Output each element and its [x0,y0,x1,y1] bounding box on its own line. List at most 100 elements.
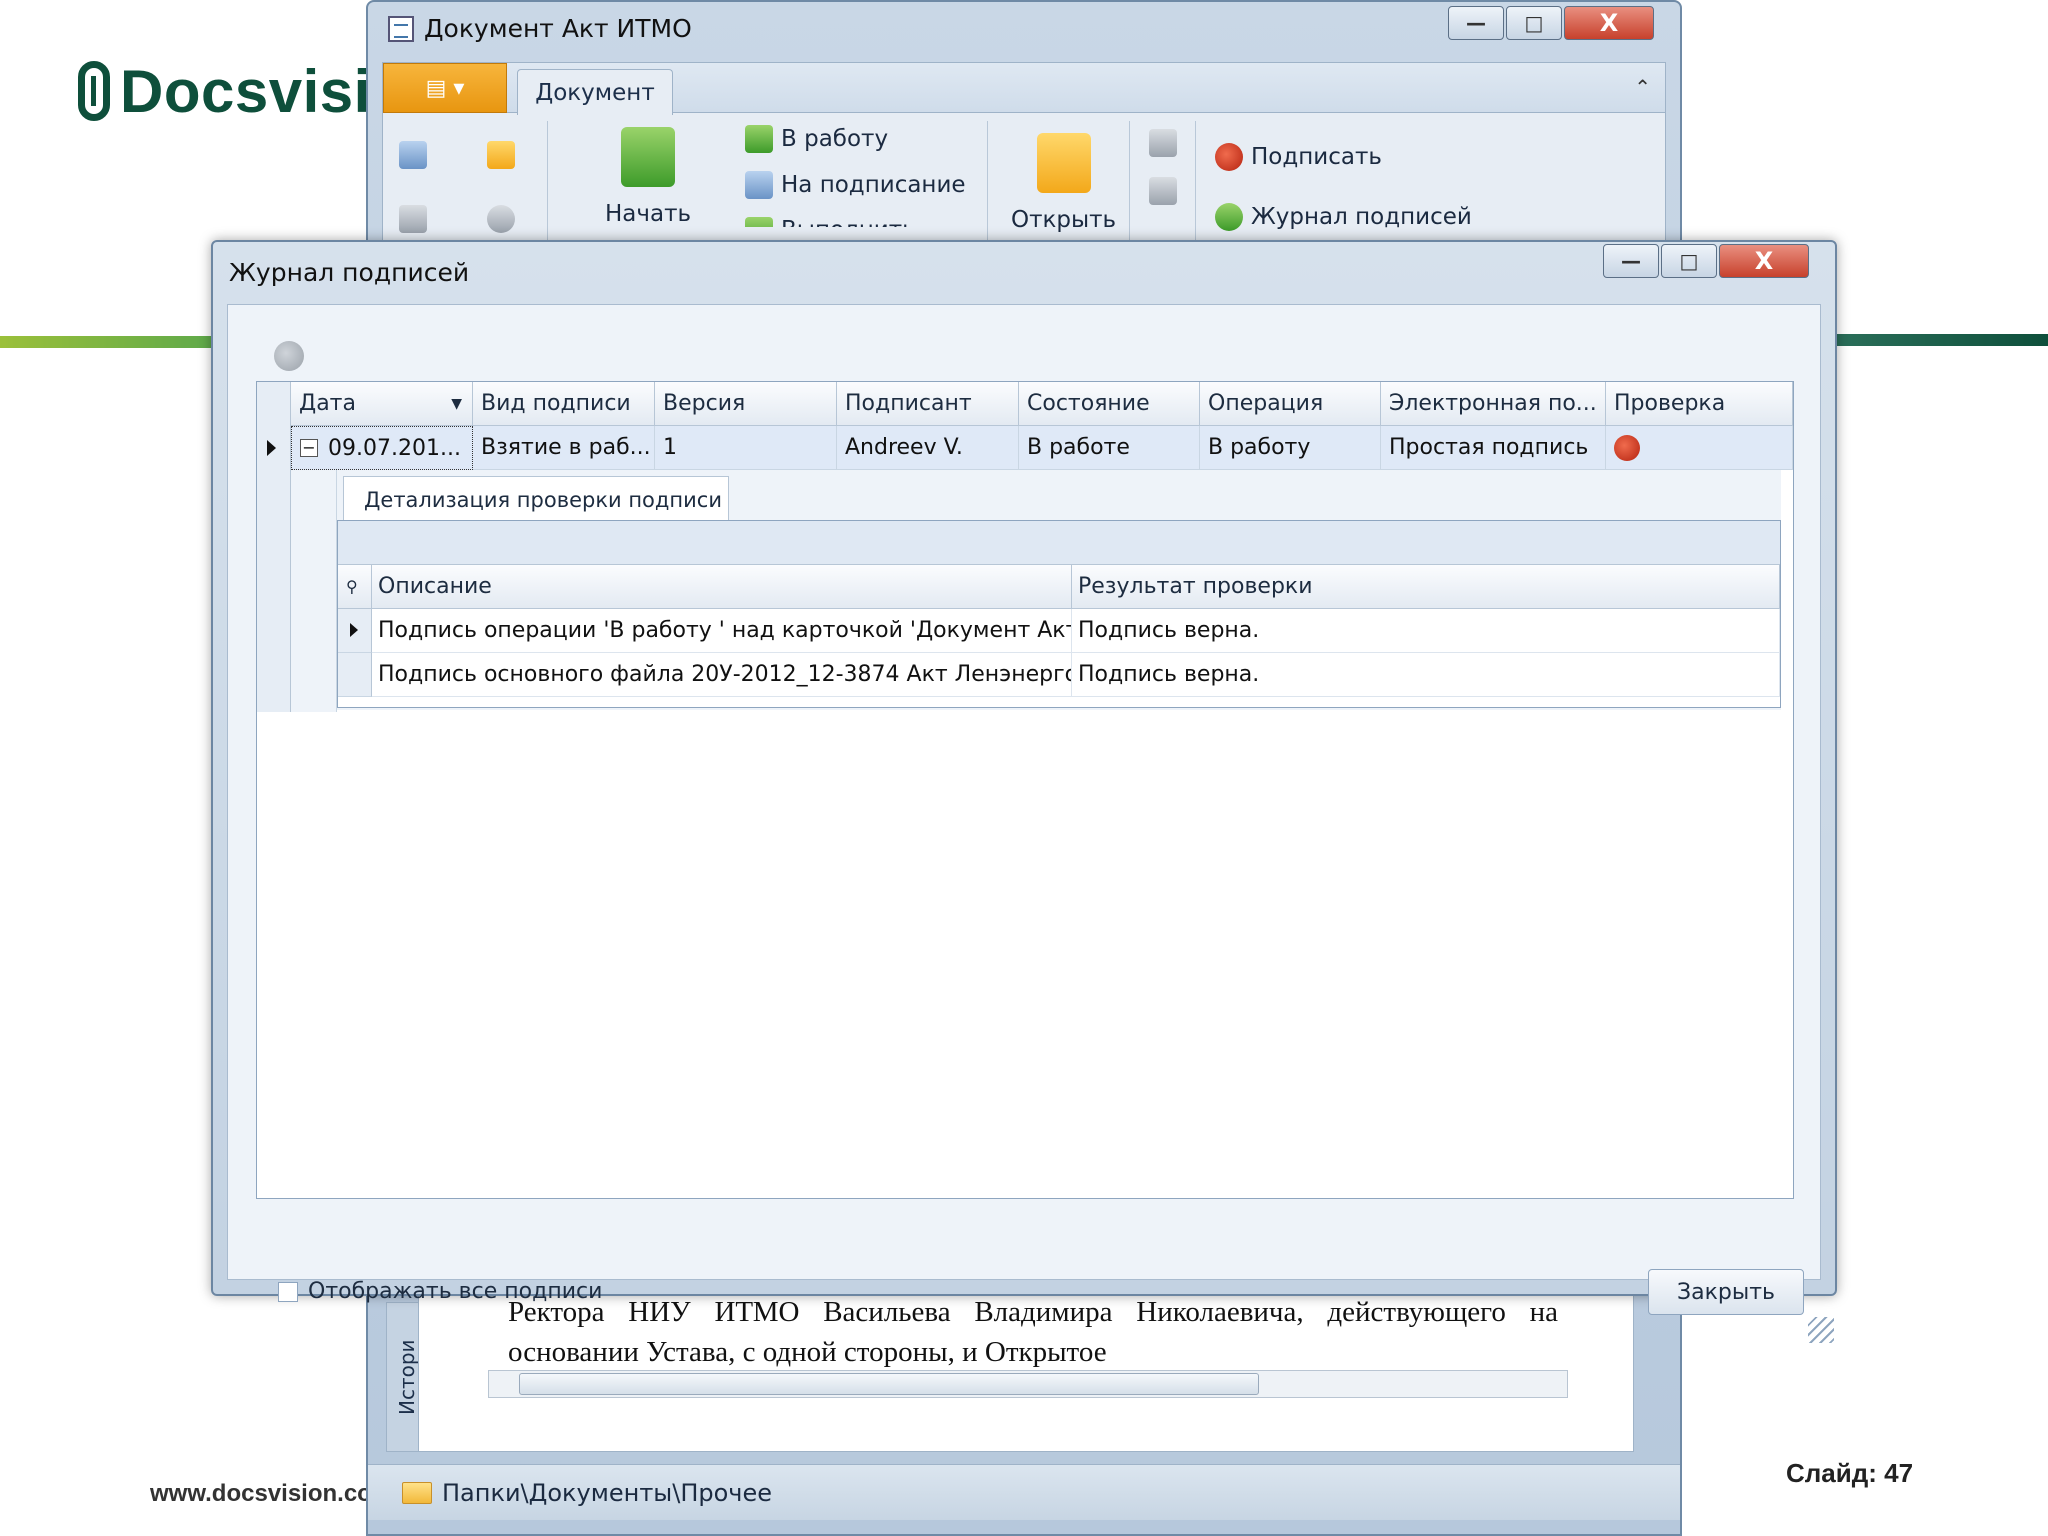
to-work-label: В работу [781,126,889,152]
current-row-arrow-icon [267,440,276,456]
close-window-button[interactable]: X [1564,6,1654,40]
resize-grip-icon[interactable] [1808,1317,1834,1343]
key-icon[interactable] [1149,177,1177,205]
dialog-maximize-button[interactable]: □ [1661,244,1717,278]
accent-band-right [1834,334,2048,346]
sign-button[interactable]: Подписать [1215,143,1472,171]
status-bar: Папки\Документы\Прочее [368,1464,1680,1520]
detail-cell-description[interactable]: Подпись операции 'В работу ' над карточк… [372,609,1072,653]
group-panel [338,521,1780,565]
detail-grid: ⚲ Описание Результат проверки Подпись оп… [337,520,1781,708]
open-folder-icon [1036,133,1091,193]
tab-signature-check-detail[interactable]: Детализация проверки подписи [343,476,729,522]
column-search-icon[interactable]: ⚲ [338,565,372,609]
cell-signer[interactable]: Andreev V. [837,426,1019,470]
sign-journal-button[interactable]: Журнал подписей [1215,203,1472,231]
start-button[interactable]: Начать [605,127,691,227]
document-window-icon [388,15,414,42]
column-header-check-result[interactable]: Результат проверки [1072,565,1780,609]
verify-signature-icon[interactable] [274,341,304,371]
accent-band-left [0,336,214,348]
detail-indent [291,470,337,712]
document-text: Ректора НИУ ИТМО Васильева Владимира Ник… [508,1296,1558,1368]
cell-check[interactable] [1606,426,1793,470]
detail-row-indicator [338,609,372,653]
lock-icon[interactable] [1149,129,1177,157]
paperclip-logo-icon [78,61,110,121]
logo-text: Docsvisio [120,57,408,125]
dialog-body: Дата ▼ Вид подписи Версия Подписант Сост… [227,304,1834,1343]
verified-seal-icon [1614,434,1640,461]
cell-esign[interactable]: Простая подпись [1381,426,1606,470]
open-button[interactable]: Открыть [1011,133,1116,233]
save-icon[interactable] [399,141,427,169]
to-sign-icon [745,171,773,199]
dialog-minimize-button[interactable]: — [1603,244,1659,278]
show-all-signatures-option[interactable]: Отображать все подписи [278,1279,602,1304]
signature-check-detail: Детализация проверки подписи ⚲ Описание … [337,470,1781,710]
sort-desc-icon: ▼ [451,395,462,412]
docsvision-logo: Docsvisio [78,56,408,126]
column-header-esign[interactable]: Электронная по... [1381,382,1606,426]
row-indicator-column [257,382,291,712]
to-sign-label: На подписание [781,172,966,198]
collapse-icon[interactable]: − [300,439,318,457]
show-all-label: Отображать все подписи [308,1279,603,1304]
folder-path[interactable]: Папки\Документы\Прочее [442,1479,772,1507]
detail-cell-description[interactable]: Подпись основного файла 20У-2012_12-3874… [372,653,1072,697]
window-title: Документ Акт ИТМО [424,14,692,43]
column-header-description[interactable]: Описание [372,565,1072,609]
column-header-state[interactable]: Состояние [1019,382,1200,426]
dialog-window-controls: — □ X [1603,244,1809,278]
execute-label: Выполнить [781,217,916,227]
scrollbar-thumb[interactable] [519,1373,1259,1395]
tab-document[interactable]: Документ [517,69,673,115]
horizontal-scrollbar[interactable] [488,1370,1568,1398]
minimize-button[interactable]: — [1448,6,1504,40]
column-header-sign-type[interactable]: Вид подписи [473,382,655,426]
current-row-arrow-icon [350,623,358,637]
cell-date[interactable]: − 09.07.201... [291,426,473,470]
signature-journal-dialog: Журнал подписей — □ X Дата ▼ Вид подписи… [211,240,1837,1343]
to-sign-button[interactable]: На подписание [745,171,966,199]
show-all-checkbox[interactable] [278,1281,298,1302]
execute-icon [745,217,773,227]
site-url: www.docsvision.co [150,1480,372,1507]
signatures-grid: Дата ▼ Вид подписи Версия Подписант Сост… [256,381,1794,1199]
ribbon-tabbar: ▤ ▾ Документ ⌃ [383,63,1665,115]
column-header-version[interactable]: Версия [655,382,837,426]
column-header-operation[interactable]: Операция [1200,382,1381,426]
column-header-signer[interactable]: Подписант [837,382,1019,426]
detail-cell-result[interactable]: Подпись верна. [1072,609,1780,653]
execute-button[interactable]: Выполнить [745,217,966,227]
properties-icon[interactable] [399,205,427,233]
refresh-icon[interactable] [487,205,515,233]
cell-operation[interactable]: В работу [1200,426,1381,470]
app-menu-button[interactable]: ▤ ▾ [383,63,507,113]
window-titlebar: Документ Акт ИТМО [388,14,692,43]
dialog-title: Журнал подписей [229,258,470,287]
to-work-button[interactable]: В работу [745,125,966,153]
folder-icon [402,1481,432,1504]
task-check-icon[interactable] [487,141,515,169]
cell-sign-type[interactable]: Взятие в раб... [473,426,655,470]
detail-cell-result[interactable]: Подпись верна. [1072,653,1780,697]
ribbon: ▤ ▾ Документ ⌃ Начать В работу На подпис… [382,62,1666,251]
open-button-label: Открыть [1011,207,1117,233]
ribbon-separator [987,121,988,251]
sign-journal-icon [1215,203,1243,231]
ribbon-separator [1195,121,1196,251]
ribbon-separator [547,121,548,251]
cell-state[interactable]: В работе [1019,426,1200,470]
column-header-check[interactable]: Проверка [1606,382,1793,426]
dialog-close-window-button[interactable]: X [1719,244,1809,278]
start-process-icon [621,127,676,187]
ribbon-collapse-icon[interactable]: ⌃ [1634,75,1651,99]
close-button[interactable]: Закрыть [1648,1269,1804,1315]
cell-version[interactable]: 1 [655,426,837,470]
detail-row-indicator [338,653,372,697]
column-header-date[interactable]: Дата ▼ [291,382,473,426]
sign-seal-icon [1215,143,1243,171]
maximize-button[interactable]: □ [1506,6,1562,40]
sign-journal-label: Журнал подписей [1251,204,1472,230]
